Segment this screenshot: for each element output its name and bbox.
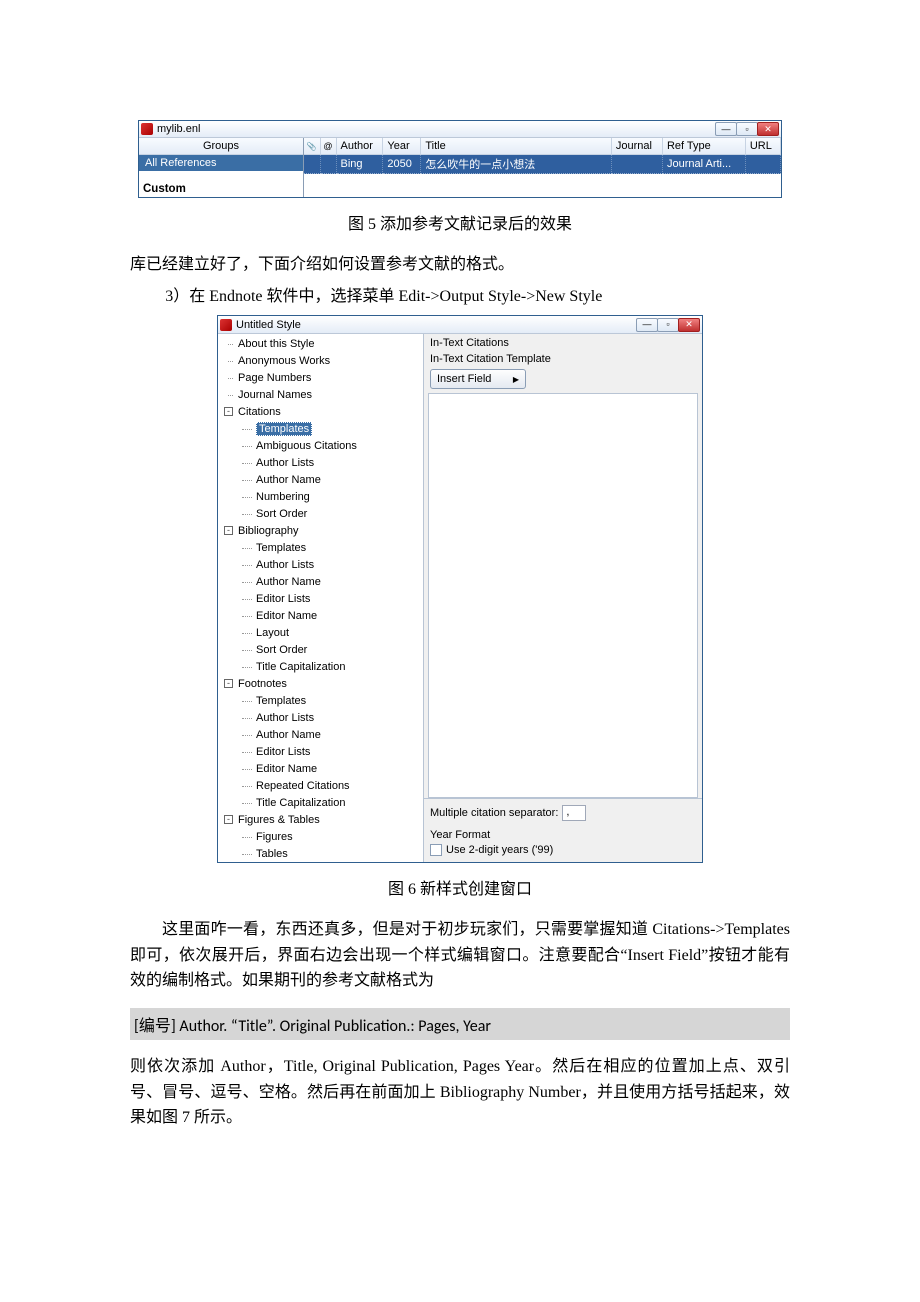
tree-group-figures[interactable]: -Figures & Tables — [218, 812, 423, 829]
paragraph: 3）在 Endnote 软件中，选择菜单 Edit->Output Style-… — [130, 284, 790, 310]
references-table: Author Year Title Journal Ref Type URL B… — [304, 138, 781, 174]
tree-item-fn-author-lists[interactable]: Author Lists — [218, 710, 423, 727]
app-icon — [141, 123, 153, 135]
col-attach[interactable] — [304, 138, 320, 155]
tree-item-bib-editor-lists[interactable]: Editor Lists — [218, 591, 423, 608]
tree-item-bib-layout[interactable]: Layout — [218, 625, 423, 642]
pane-heading: In-Text Citations — [424, 334, 702, 349]
app-icon — [220, 319, 232, 331]
separator-label: Multiple citation separator: — [430, 807, 558, 819]
tree-item-bib-templates[interactable]: Templates — [218, 540, 423, 557]
col-url[interactable]: URL — [745, 138, 780, 155]
window-titlebar: mylib.enl — ▫ ✕ — [139, 121, 781, 138]
endnote-library-window: mylib.enl — ▫ ✕ Groups All References Cu… — [138, 120, 782, 198]
col-journal[interactable]: Journal — [611, 138, 662, 155]
tree-item-bib-editor-name[interactable]: Editor Name — [218, 608, 423, 625]
paragraph: 这里面咋一看，东西还真多，但是对于初步玩家们，只需要掌握知道 Citations… — [130, 917, 790, 994]
window-titlebar: Untitled Style — ▫ ✕ — [218, 316, 702, 334]
insert-field-button[interactable]: Insert Field ▶ — [430, 369, 526, 389]
format-example: [编号] Author. “Title”. Original Publicati… — [130, 1008, 790, 1040]
minimize-button[interactable]: — — [636, 318, 658, 332]
groups-header: Groups — [139, 138, 303, 155]
tree-group-citations[interactable]: -Citations — [218, 404, 423, 421]
tree-item-bib-author-name[interactable]: Author Name — [218, 574, 423, 591]
col-title[interactable]: Title — [421, 138, 612, 155]
paragraph: 库已经建立好了，下面介绍如何设置参考文献的格式。 — [130, 252, 790, 278]
tree-item-journal-names[interactable]: Journal Names — [218, 387, 423, 404]
tree-group-footnotes[interactable]: -Footnotes — [218, 676, 423, 693]
window-title: mylib.enl — [157, 123, 200, 135]
col-author[interactable]: Author — [336, 138, 383, 155]
tree-item-numbering[interactable]: Numbering — [218, 489, 423, 506]
figure5-caption: 图 5 添加参考文献记录后的效果 — [130, 210, 790, 234]
two-digit-years-checkbox[interactable] — [430, 844, 442, 856]
groups-panel: Groups All References Custom — [139, 138, 304, 197]
close-button[interactable]: ✕ — [757, 122, 779, 136]
all-references-item[interactable]: All References — [139, 155, 303, 171]
custom-group[interactable]: Custom — [139, 171, 303, 197]
minimize-button[interactable]: — — [715, 122, 737, 136]
tree-item-templates[interactable]: Templates — [218, 421, 423, 438]
tree-item-bib-sort-order[interactable]: Sort Order — [218, 642, 423, 659]
paperclip-icon — [307, 140, 317, 152]
col-figure[interactable] — [320, 138, 336, 155]
figure6-caption: 图 6 新样式创建窗口 — [130, 875, 790, 899]
tree-item-anon[interactable]: Anonymous Works — [218, 353, 423, 370]
tree-item-about[interactable]: About this Style — [218, 336, 423, 353]
tree-item-bib-author-lists[interactable]: Author Lists — [218, 557, 423, 574]
col-reftype[interactable]: Ref Type — [662, 138, 745, 155]
tree-item-fn-templates[interactable]: Templates — [218, 693, 423, 710]
tree-item-fn-editor-lists[interactable]: Editor Lists — [218, 744, 423, 761]
template-editor[interactable] — [428, 393, 698, 798]
at-icon — [323, 140, 332, 152]
paragraph: 则依次添加 Author，Title, Original Publication… — [130, 1054, 790, 1131]
style-tree: About this Style Anonymous Works Page Nu… — [218, 334, 424, 862]
table-row[interactable]: Bing 2050 怎么吹牛的一点小想法 Journal Arti... — [304, 155, 781, 174]
tree-item-page-numbers[interactable]: Page Numbers — [218, 370, 423, 387]
col-year[interactable]: Year — [383, 138, 421, 155]
maximize-button[interactable]: ▫ — [657, 318, 679, 332]
tree-item-author-name[interactable]: Author Name — [218, 472, 423, 489]
tree-item-tables[interactable]: Tables — [218, 846, 423, 862]
tree-item-bib-title-cap[interactable]: Title Capitalization — [218, 659, 423, 676]
separator-input[interactable]: , — [562, 805, 586, 821]
tree-item-fn-repeated[interactable]: Repeated Citations — [218, 778, 423, 795]
tree-item-fn-author-name[interactable]: Author Name — [218, 727, 423, 744]
year-format-label: Year Format — [430, 829, 696, 841]
pane-subheading: In-Text Citation Template — [424, 349, 702, 367]
tree-item-fn-editor-name[interactable]: Editor Name — [218, 761, 423, 778]
tree-item-sort-order[interactable]: Sort Order — [218, 506, 423, 523]
editor-pane: In-Text Citations In-Text Citation Templ… — [424, 334, 702, 862]
tree-item-figures[interactable]: Figures — [218, 829, 423, 846]
tree-item-fn-title-cap[interactable]: Title Capitalization — [218, 795, 423, 812]
style-editor-window: Untitled Style — ▫ ✕ About this Style An… — [217, 315, 703, 863]
close-button[interactable]: ✕ — [678, 318, 700, 332]
checkbox-label: Use 2-digit years ('99) — [446, 844, 553, 856]
chevron-right-icon: ▶ — [513, 375, 519, 384]
window-title: Untitled Style — [236, 319, 301, 331]
tree-item-author-lists[interactable]: Author Lists — [218, 455, 423, 472]
maximize-button[interactable]: ▫ — [736, 122, 758, 136]
tree-group-bibliography[interactable]: -Bibliography — [218, 523, 423, 540]
tree-item-ambiguous[interactable]: Ambiguous Citations — [218, 438, 423, 455]
